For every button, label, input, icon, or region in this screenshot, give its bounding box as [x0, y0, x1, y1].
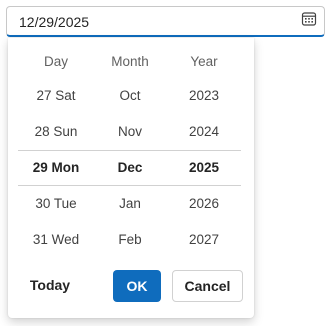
- date-picker-popup: Day Month Year 27 Sat Oct 2023 28 Sun No…: [8, 38, 254, 318]
- year-option[interactable]: 2027: [164, 232, 244, 247]
- selected-year[interactable]: 2025: [164, 160, 244, 175]
- cancel-button[interactable]: Cancel: [172, 270, 243, 302]
- selected-month[interactable]: Dec: [90, 160, 170, 175]
- today-button[interactable]: Today: [22, 269, 78, 301]
- date-input[interactable]: 12/29/2025: [6, 6, 325, 37]
- month-column-header: Month: [111, 54, 149, 69]
- year-option[interactable]: 2024: [164, 124, 244, 139]
- day-option[interactable]: 30 Tue: [16, 196, 96, 211]
- ok-button[interactable]: OK: [113, 270, 161, 302]
- year-column-header: Year: [190, 54, 218, 69]
- year-option[interactable]: 2023: [164, 88, 244, 103]
- day-column-header: Day: [43, 54, 68, 69]
- date-value[interactable]: 12/29/2025: [19, 14, 89, 30]
- day-option[interactable]: 27 Sat: [16, 88, 96, 103]
- month-option[interactable]: Feb: [90, 232, 170, 247]
- calendar-button[interactable]: [296, 9, 322, 34]
- month-option[interactable]: Jan: [90, 196, 170, 211]
- year-option[interactable]: 2026: [164, 196, 244, 211]
- month-option[interactable]: Oct: [90, 88, 170, 103]
- calendar-icon: [301, 11, 317, 32]
- day-option[interactable]: 28 Sun: [16, 124, 96, 139]
- selected-day[interactable]: 29 Mon: [16, 160, 96, 175]
- selection-bottom-divider: [18, 185, 241, 186]
- selection-top-divider: [18, 150, 241, 151]
- month-option[interactable]: Nov: [90, 124, 170, 139]
- day-option[interactable]: 31 Wed: [16, 232, 96, 247]
